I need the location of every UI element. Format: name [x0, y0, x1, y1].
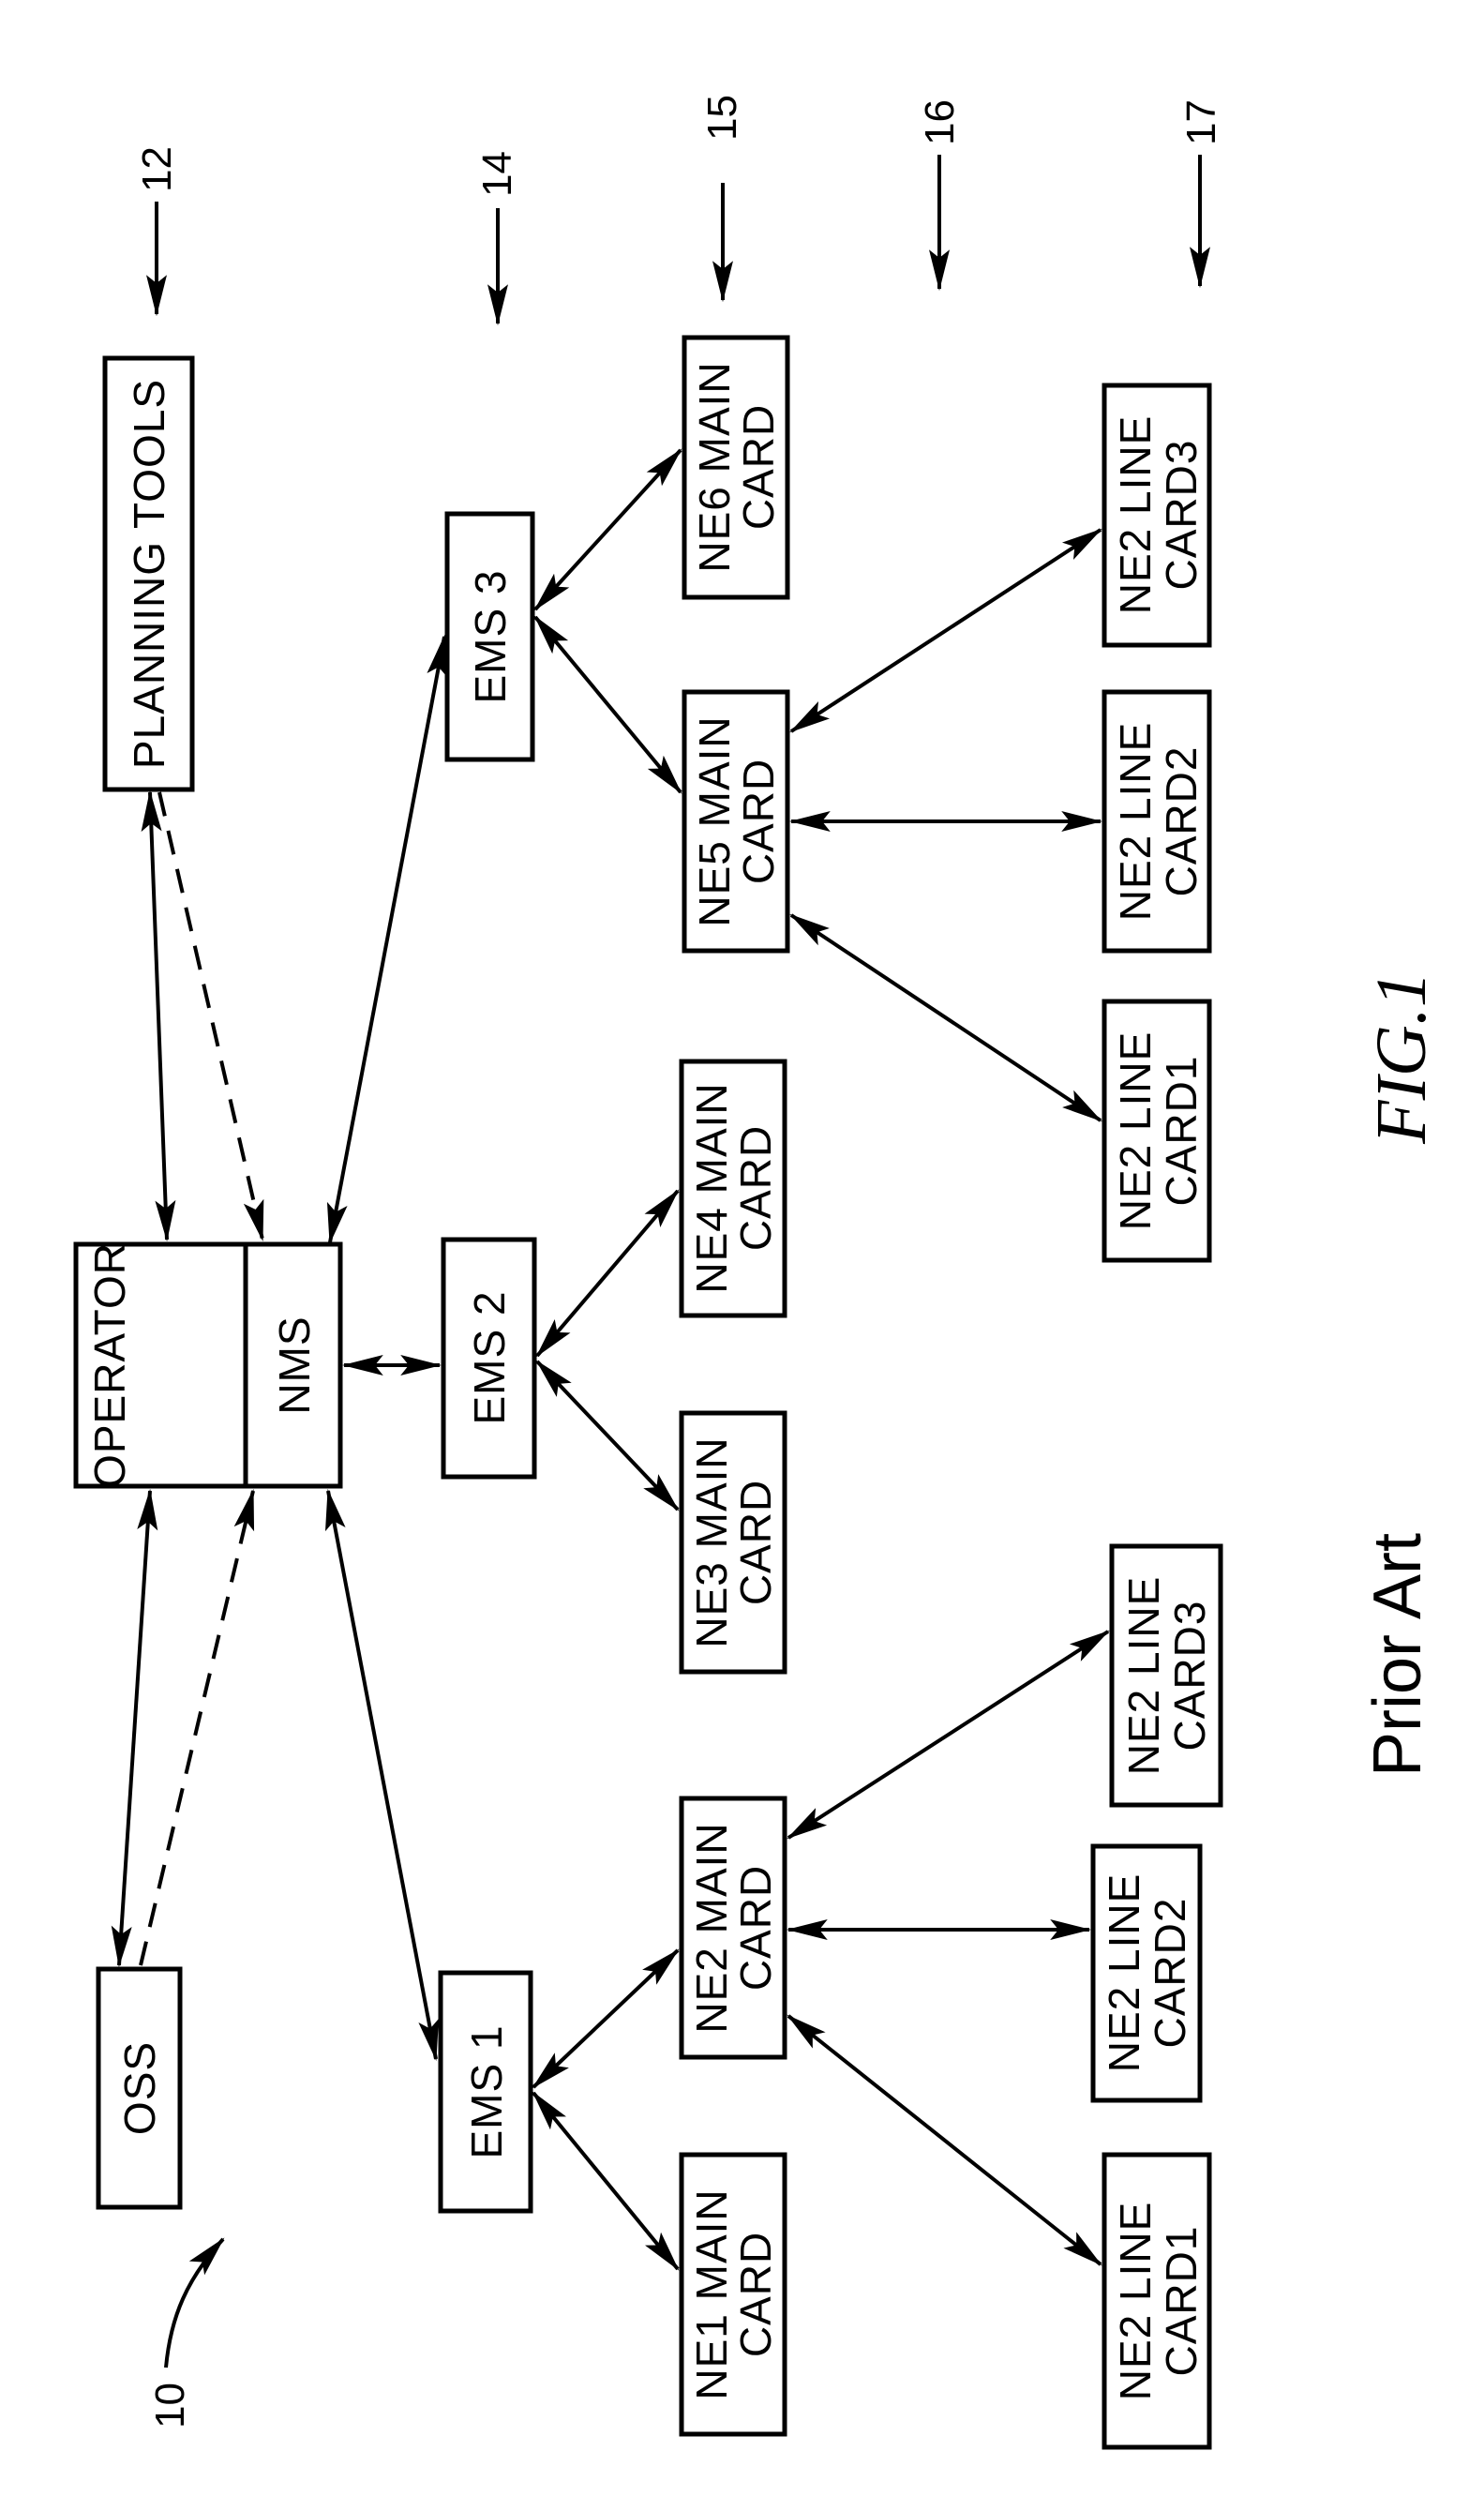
ref-17: 17 — [1178, 99, 1224, 289]
caption-prior-art: Prior Art — [1360, 1533, 1435, 1777]
connector-ems2-ne3 — [535, 1360, 680, 1511]
node-label: OSS — [115, 2041, 164, 2135]
node-label-line2: CARD — [731, 1480, 780, 1605]
node-ne3-main-card[interactable]: NE3 MAIN CARD — [679, 1410, 787, 1675]
node-label-line2: CARD — [734, 404, 783, 530]
node-label-line1: NE3 MAIN — [687, 1436, 736, 1647]
connector-ems1-ne2 — [532, 1948, 680, 2089]
node-label: PLANNING TOOLS — [125, 379, 173, 769]
node-ne2-main-card[interactable]: NE2 MAIN CARD — [679, 1796, 787, 2060]
node-label-line2: CARD2 — [1157, 746, 1206, 897]
node-label-line1: NE2 LINE — [1111, 2202, 1160, 2401]
node-ne2-line-card2-top[interactable]: NE2 LINE CARD2 — [1102, 689, 1212, 954]
node-nms[interactable]: NMS — [243, 1241, 343, 1489]
node-label-line1: NE6 MAIN — [690, 361, 739, 572]
node-label-line1: NE1 MAIN — [687, 2188, 736, 2399]
node-label-line1: NE2 LINE — [1111, 415, 1160, 615]
node-ems1[interactable]: EMS 1 — [438, 1970, 533, 2214]
node-label-line1: NE2 MAIN — [687, 1822, 736, 2033]
ref-16: 16 — [917, 99, 963, 292]
node-ne6-main-card[interactable]: NE6 MAIN CARD — [682, 335, 790, 600]
node-label-line2: CARD3 — [1157, 440, 1206, 591]
node-label-line1: NE2 LINE — [1100, 1873, 1148, 2073]
node-ne2-line-card3-top[interactable]: NE2 LINE CARD3 — [1102, 383, 1212, 648]
node-label-line2: CARD1 — [1157, 1056, 1206, 1207]
node-label: EMS 1 — [462, 2024, 511, 2158]
connector-ems1-ne1 — [532, 2091, 680, 2271]
node-ems2[interactable]: EMS 2 — [441, 1237, 537, 1480]
node-label-line1: NE5 MAIN — [690, 715, 739, 926]
connector-planning-nms-dashed — [157, 791, 264, 1242]
connector-nms-ems1 — [324, 1488, 440, 2062]
ref-14-label: 14 — [474, 151, 520, 197]
connector-ems3-ne6 — [533, 448, 682, 611]
connector-oss-nms-dashed — [139, 1488, 255, 1966]
node-ne2-line-card2-bottom[interactable]: NE2 LINE CARD2 — [1090, 1843, 1203, 2103]
node-label-line1: NE2 LINE — [1111, 1031, 1160, 1231]
connector-ems2-ne4 — [535, 1189, 680, 1358]
connector-ne2-lc3-bottom — [787, 1630, 1110, 1840]
connector-planning-operator — [141, 789, 176, 1242]
node-planning-tools[interactable]: PLANNING TOOLS — [102, 355, 195, 792]
node-label-line2: CARD — [731, 1125, 780, 1251]
node-label-line2: CARD — [734, 759, 783, 884]
connector-ems3-ne5 — [533, 615, 682, 794]
node-operator[interactable]: OPERATOR — [73, 1241, 248, 1489]
ref-16-label: 16 — [917, 99, 963, 145]
node-label-line2: CARD2 — [1146, 1898, 1194, 2049]
node-ne4-main-card[interactable]: NE4 MAIN CARD — [679, 1059, 787, 1318]
node-ne1-main-card[interactable]: NE1 MAIN CARD — [679, 2152, 787, 2437]
node-oss[interactable]: OSS — [96, 1966, 183, 2210]
connector-nms-ems3 — [326, 634, 448, 1245]
caption-fig-number: FIG.1 — [1362, 971, 1441, 1145]
node-label-line2: CARD — [731, 2232, 780, 2357]
node-label-line2: CARD — [731, 1865, 780, 1991]
reference-10: 10 — [147, 2237, 225, 2428]
ref-15-label: 15 — [699, 95, 745, 141]
reference-labels: 12 14 15 16 17 — [134, 95, 1224, 326]
figure-caption: Prior Art FIG.1 — [1360, 971, 1441, 1777]
node-ne5-main-card[interactable]: NE5 MAIN CARD — [682, 689, 790, 954]
node-label-line1: NE4 MAIN — [687, 1082, 736, 1293]
ref-15: 15 — [699, 95, 745, 303]
ref-17-label: 17 — [1178, 99, 1224, 145]
node-label: EMS 3 — [466, 569, 515, 703]
ref-12: 12 — [134, 146, 180, 317]
nodes-layer: PLANNING TOOLS OPERATOR NMS OSS EMS 1 EM… — [73, 335, 1223, 2450]
node-ne2-line-card1-top[interactable]: NE2 LINE CARD1 — [1102, 999, 1212, 1263]
ref-14: 14 — [474, 151, 520, 326]
node-label-line1: NE2 LINE — [1119, 1576, 1168, 1776]
node-label: OPERATOR — [85, 1242, 134, 1488]
node-ems3[interactable]: EMS 3 — [444, 511, 535, 762]
connector-oss-operator — [111, 1488, 158, 1968]
connector-ne2-lc1-bottom — [787, 2014, 1102, 2266]
node-label-line1: NE2 LINE — [1111, 722, 1160, 922]
connector-ne5-lc1-top — [789, 913, 1102, 1122]
node-label: NMS — [270, 1316, 319, 1414]
node-label-line2: CARD3 — [1165, 1601, 1214, 1752]
network-management-diagram: 12 14 15 16 17 PLANNING TOOLS OPERATOR N… — [73, 95, 1441, 2450]
node-ne2-line-card1-bottom[interactable]: NE2 LINE CARD1 — [1102, 2152, 1212, 2450]
node-label: EMS 2 — [465, 1290, 514, 1424]
ref-10-label: 10 — [147, 2383, 193, 2428]
ref-10-curved-arrow — [164, 2237, 225, 2368]
ref-12-label: 12 — [134, 146, 180, 192]
connector-ne5-lc3-top — [789, 528, 1102, 733]
node-label-line2: CARD1 — [1157, 2226, 1206, 2377]
node-ne2-line-card3-bottom[interactable]: NE2 LINE CARD3 — [1109, 1543, 1223, 1808]
